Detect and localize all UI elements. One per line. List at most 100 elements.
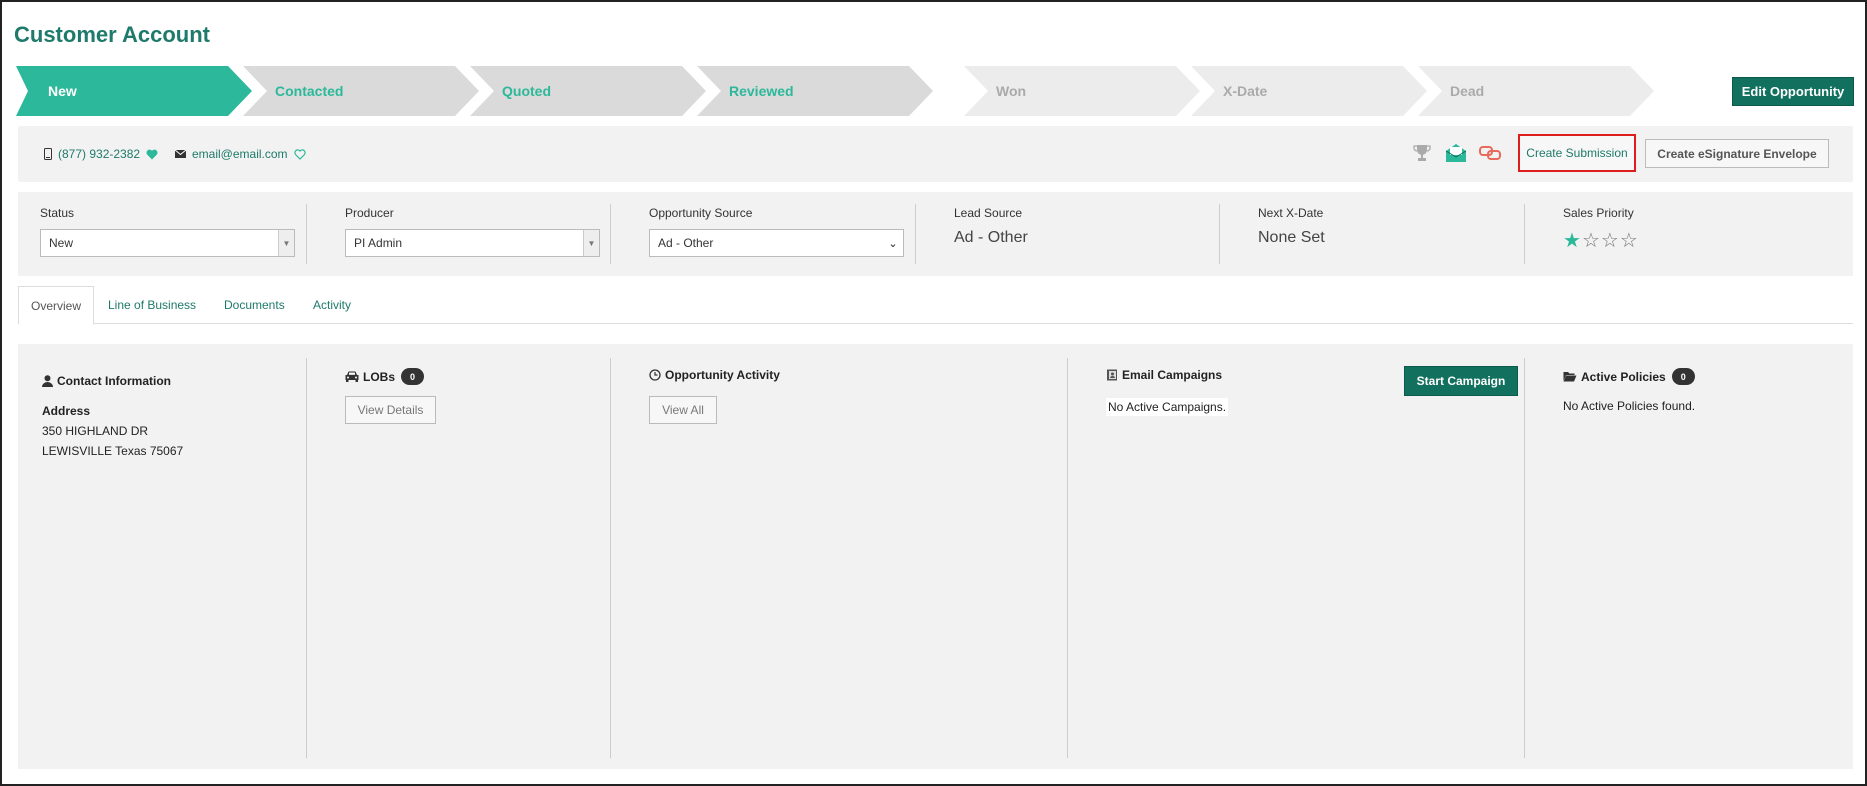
app-frame: Customer Account New Contacted Quoted Re… xyxy=(0,0,1867,786)
opportunity-activity-title: Opportunity Activity xyxy=(665,368,780,382)
opportunity-source-field: Opportunity Source Ad - Other ⌄ xyxy=(649,192,904,276)
divider xyxy=(306,204,307,264)
stage-reviewed[interactable]: Reviewed xyxy=(697,66,933,116)
heart-filled-icon xyxy=(146,149,158,160)
caret-down-icon: ▼ xyxy=(278,230,294,256)
stage-new[interactable]: New xyxy=(16,66,252,116)
phone-number: (877) 932-2382 xyxy=(58,147,141,161)
column-divider xyxy=(306,358,307,758)
star-filled-icon[interactable]: ★ xyxy=(1563,228,1581,253)
contact-bar: (877) 932-2382 email@email.com Create Su… xyxy=(18,126,1853,182)
lobs-heading: LOBs 0 xyxy=(345,368,425,385)
envelope-open-icon[interactable] xyxy=(1445,142,1467,164)
tab-bar: Overview Line of Business Documents Acti… xyxy=(18,286,1853,325)
address-label: Address xyxy=(42,404,91,418)
opportunity-source-label: Opportunity Source xyxy=(649,206,753,220)
opportunity-fields: Status New ▼ Producer PI Admin ▼ Opportu… xyxy=(18,192,1853,276)
page-title: Customer Account xyxy=(14,22,210,47)
contact-information-title: Contact Information xyxy=(57,374,171,388)
create-esignature-envelope-button[interactable]: Create eSignature Envelope xyxy=(1645,139,1829,168)
email-address: email@email.com xyxy=(192,147,288,161)
producer-field: Producer PI Admin ▼ xyxy=(345,192,600,276)
status-label: Status xyxy=(40,206,75,220)
next-xdate-value: None Set xyxy=(1258,229,1325,246)
opportunity-source-select[interactable]: Ad - Other ⌄ xyxy=(649,229,904,257)
producer-value: PI Admin xyxy=(354,236,403,250)
stage-label: X-Date xyxy=(1223,83,1268,99)
action-icons xyxy=(1411,142,1501,164)
folder-open-icon xyxy=(1563,371,1577,382)
star-empty-icon[interactable]: ☆ xyxy=(1582,228,1600,253)
email-campaigns-title: Email Campaigns xyxy=(1122,368,1223,382)
address-line-1: 350 HIGHLAND DR xyxy=(42,424,149,438)
user-icon xyxy=(42,375,53,387)
contact-information-heading: Contact Information xyxy=(42,374,171,388)
star-empty-icon[interactable]: ☆ xyxy=(1620,228,1638,253)
no-policies-message: No Active Policies found. xyxy=(1563,399,1696,413)
sales-priority-stars[interactable]: ★ ☆ ☆ ☆ xyxy=(1563,228,1638,253)
lead-source-value: Ad - Other xyxy=(954,229,1028,246)
stage-won[interactable]: Won xyxy=(964,66,1200,116)
opportunity-source-value: Ad - Other xyxy=(658,236,714,250)
divider xyxy=(915,204,916,264)
stage-label: Reviewed xyxy=(729,83,794,99)
heart-outline-icon xyxy=(293,148,306,160)
create-submission-button[interactable]: Create Submission xyxy=(1518,134,1636,172)
car-icon xyxy=(345,371,359,382)
phone-link[interactable]: (877) 932-2382 xyxy=(44,147,158,161)
divider xyxy=(1524,204,1525,264)
column-divider xyxy=(610,358,611,758)
stage-contacted[interactable]: Contacted xyxy=(243,66,479,116)
next-xdate-label: Next X-Date xyxy=(1258,206,1324,220)
producer-label: Producer xyxy=(345,206,394,220)
status-select[interactable]: New ▼ xyxy=(40,229,295,257)
link-icon[interactable] xyxy=(1479,142,1501,164)
view-all-button[interactable]: View All xyxy=(649,396,717,424)
address-line-2: LEWISVILLE Texas 75067 xyxy=(42,444,184,458)
stage-label: Dead xyxy=(1450,83,1485,99)
edit-opportunity-button[interactable]: Edit Opportunity xyxy=(1732,77,1854,106)
opportunity-activity-heading: Opportunity Activity xyxy=(649,368,780,382)
sales-priority-label: Sales Priority xyxy=(1563,206,1634,220)
address-book-icon xyxy=(1106,369,1118,381)
stage-label: New xyxy=(48,83,77,99)
sales-priority-field: Sales Priority ★ ☆ ☆ ☆ xyxy=(1563,192,1813,276)
producer-select[interactable]: PI Admin ▼ xyxy=(345,229,600,257)
email-link[interactable]: email@email.com xyxy=(175,147,306,161)
stage-quoted[interactable]: Quoted xyxy=(470,66,706,116)
lobs-title: LOBs xyxy=(363,369,396,384)
envelope-icon xyxy=(175,150,186,158)
tab-overview[interactable]: Overview xyxy=(18,286,95,325)
stage-label: Quoted xyxy=(502,83,551,99)
active-policies-title: Active Policies xyxy=(1581,369,1666,384)
status-field: Status New ▼ xyxy=(40,192,295,276)
star-empty-icon[interactable]: ☆ xyxy=(1601,228,1619,253)
active-policies-heading: Active Policies 0 xyxy=(1563,368,1695,385)
lead-source-label: Lead Source xyxy=(954,206,1023,220)
clock-icon xyxy=(649,369,661,381)
view-details-button[interactable]: View Details xyxy=(345,396,436,424)
stage-label: Contacted xyxy=(275,83,344,99)
stage-xdate[interactable]: X-Date xyxy=(1191,66,1427,116)
column-divider xyxy=(1524,358,1525,758)
divider xyxy=(1219,204,1220,264)
stage-label: Won xyxy=(996,83,1027,99)
divider xyxy=(610,204,611,264)
pipeline: New Contacted Quoted Reviewed Won X-Date… xyxy=(16,66,1656,116)
policies-count-badge: 0 xyxy=(1671,368,1695,385)
tab-activity[interactable]: Activity xyxy=(313,286,351,324)
start-campaign-button[interactable]: Start Campaign xyxy=(1404,366,1518,396)
tab-documents[interactable]: Documents xyxy=(224,286,285,324)
trophy-icon[interactable] xyxy=(1411,142,1433,164)
lobs-count-badge: 0 xyxy=(401,368,425,385)
column-divider xyxy=(1067,358,1068,758)
email-campaigns-heading: Email Campaigns xyxy=(1106,368,1222,382)
no-campaigns-message: No Active Campaigns. xyxy=(1106,398,1229,416)
status-value: New xyxy=(49,236,74,250)
chevron-down-icon: ⌄ xyxy=(883,230,903,256)
overview-panel: Contact Information Address 350 HIGHLAND… xyxy=(18,344,1853,769)
next-xdate-field: Next X-Date None Set xyxy=(1258,192,1508,276)
tab-line-of-business[interactable]: Line of Business xyxy=(108,286,196,324)
lead-source-field: Lead Source Ad - Other xyxy=(954,192,1204,276)
stage-dead[interactable]: Dead xyxy=(1418,66,1654,116)
